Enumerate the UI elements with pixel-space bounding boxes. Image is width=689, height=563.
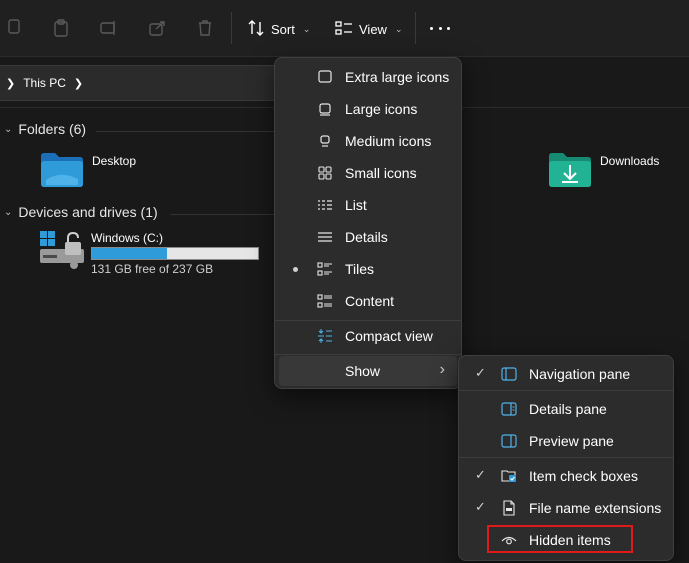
chevron-down-icon: ⌄ (302, 23, 311, 34)
menu-item-label: Tiles (345, 261, 375, 277)
medium-icons-icon (317, 133, 333, 149)
address-bar[interactable]: ❯ This PC ❯ (0, 65, 307, 101)
rename-icon[interactable] (99, 18, 119, 38)
menu-item-show[interactable]: Show › (279, 356, 457, 386)
desktop-folder-icon (40, 152, 84, 191)
command-bar: Sort ⌄ View ⌄ (0, 0, 689, 57)
downloads-folder-icon (548, 152, 592, 191)
drive-name: Windows (C:) (91, 231, 164, 245)
menu-item-details[interactable]: Details (279, 222, 457, 252)
details-icon (317, 229, 333, 245)
menu-item-medium-icons[interactable]: Medium icons (279, 126, 457, 156)
group-divider (96, 131, 276, 132)
drive-usage-fill (92, 248, 167, 259)
toolbar-divider (415, 12, 416, 44)
menu-item-navigation-pane[interactable]: ✓ Navigation pane (463, 359, 669, 389)
menu-item-label: Preview pane (529, 433, 614, 449)
menu-item-label: Large icons (345, 101, 418, 117)
menu-item-label: Medium icons (345, 133, 432, 149)
item-check-boxes-icon (501, 468, 517, 484)
toolbar-divider (231, 12, 232, 44)
sort-icon (247, 19, 265, 40)
paste-icon[interactable] (51, 18, 71, 38)
content-icon (317, 293, 333, 309)
menu-item-label: Extra large icons (345, 69, 450, 85)
chevron-right-icon[interactable]: ❯ (6, 77, 15, 90)
menu-item-label: Details pane (529, 401, 607, 417)
menu-item-label: Details (345, 229, 388, 245)
breadcrumb-this-pc[interactable]: This PC (23, 76, 66, 90)
checkmark-icon: ✓ (475, 365, 486, 380)
devices-group-header[interactable]: ⌄ Devices and drives (1) (4, 204, 158, 220)
view-icon (335, 19, 353, 40)
folder-desktop[interactable]: Desktop (40, 152, 136, 191)
selected-bullet-icon (293, 267, 298, 272)
menu-item-label: Item check boxes (529, 468, 638, 484)
hidden-items-annotation-box (487, 525, 633, 553)
preview-pane-icon (501, 433, 517, 449)
menu-item-file-name-extensions[interactable]: ✓ File name extensions (463, 493, 669, 523)
menu-item-label: Navigation pane (529, 366, 631, 382)
folder-name: Downloads (600, 154, 660, 168)
devices-group-title: Devices and drives (1) (18, 204, 158, 220)
large-icons-icon (317, 101, 333, 117)
navigation-pane-icon (501, 366, 517, 382)
chevron-down-icon: ⌄ (4, 123, 13, 135)
details-pane-icon (501, 401, 517, 417)
sort-button[interactable]: Sort ⌄ (247, 16, 310, 42)
folder-downloads[interactable]: Downloads (548, 152, 659, 191)
menu-item-details-pane[interactable]: Details pane (463, 394, 669, 424)
chevron-down-icon: ⌄ (4, 206, 13, 218)
menu-item-label: Content (345, 293, 395, 309)
list-icon (317, 197, 333, 213)
menu-divider (275, 354, 461, 355)
menu-item-label: Show (345, 363, 381, 379)
more-icon[interactable] (430, 20, 450, 36)
menu-item-compact-view[interactable]: Compact view (279, 321, 457, 351)
drive-free-space: 131 GB free of 237 GB (91, 262, 214, 276)
view-menu: Extra large icons Large icons Medium ico… (274, 57, 462, 389)
drive-c-icon (38, 229, 86, 272)
folder-name: Desktop (92, 154, 137, 168)
extra-large-icons-icon (317, 69, 333, 85)
menu-item-label: List (345, 197, 367, 213)
share-icon[interactable] (147, 18, 167, 38)
group-divider (170, 214, 276, 215)
menu-item-preview-pane[interactable]: Preview pane (463, 426, 669, 456)
checkmark-icon: ✓ (475, 467, 486, 482)
menu-item-label: File name extensions (529, 500, 662, 516)
chevron-right-icon[interactable]: ❯ (74, 77, 83, 90)
checkmark-icon: ✓ (475, 499, 486, 514)
sort-label: Sort (271, 21, 295, 37)
drive-c[interactable]: Windows (C:) 131 GB free of 237 GB (38, 229, 268, 277)
delete-icon[interactable] (195, 18, 215, 38)
tiles-icon (317, 261, 333, 277)
folders-group-header[interactable]: ⌄ Folders (6) (4, 121, 86, 137)
view-button[interactable]: View ⌄ (335, 16, 403, 42)
menu-item-tiles[interactable]: Tiles (279, 254, 457, 284)
menu-item-small-icons[interactable]: Small icons (279, 158, 457, 188)
menu-divider (459, 390, 673, 391)
menu-item-extra-large-icons[interactable]: Extra large icons (279, 62, 457, 92)
menu-item-label: Compact view (345, 328, 433, 344)
chevron-down-icon: ⌄ (394, 23, 403, 34)
menu-item-item-check-boxes[interactable]: ✓ Item check boxes (463, 461, 669, 491)
copy-icon[interactable] (4, 18, 24, 38)
menu-item-label: Small icons (345, 165, 417, 181)
menu-item-list[interactable]: List (279, 190, 457, 220)
menu-item-large-icons[interactable]: Large icons (279, 94, 457, 124)
chevron-right-icon: › (439, 361, 445, 378)
file-name-extensions-icon (501, 500, 517, 516)
menu-item-content[interactable]: Content (279, 286, 457, 316)
menu-divider (459, 457, 673, 458)
compact-view-icon (317, 328, 333, 344)
drive-usage-bar (91, 247, 259, 260)
small-icons-icon (317, 165, 333, 181)
folders-group-title: Folders (6) (18, 121, 87, 137)
view-label: View (359, 21, 387, 37)
